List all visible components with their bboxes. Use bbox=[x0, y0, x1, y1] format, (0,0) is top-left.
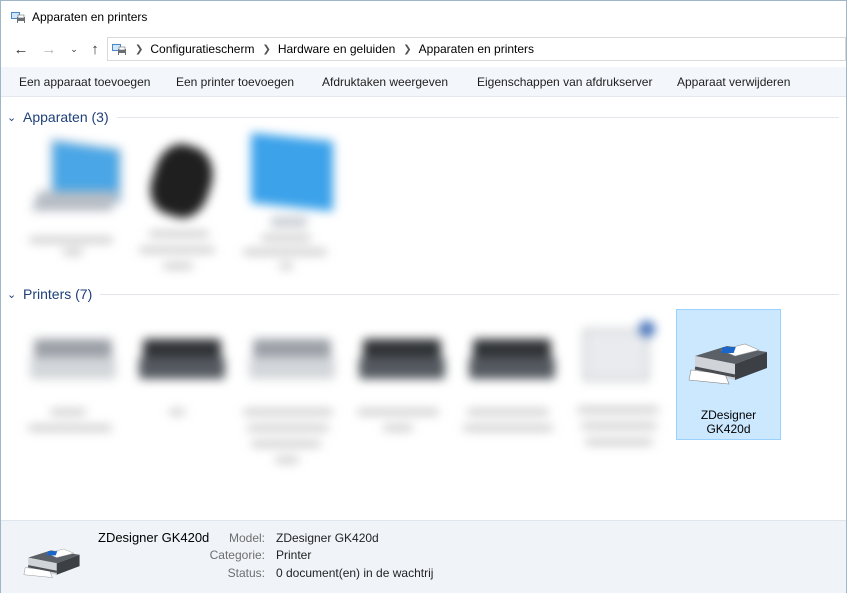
command-bar: Een apparaat toevoegen Een printer toevo… bbox=[1, 67, 846, 97]
device-label bbox=[139, 247, 215, 253]
view-print-jobs-button[interactable]: Afdruktaken weergeven bbox=[322, 75, 448, 89]
chevron-down-icon[interactable]: ⌄ bbox=[7, 288, 21, 301]
navigation-row: ← → ⌄ ↑ ❯ Configuratiescherm ❯ Hardware … bbox=[1, 37, 846, 61]
printer-label bbox=[50, 409, 86, 415]
device-label bbox=[29, 237, 113, 243]
printer-label bbox=[581, 423, 657, 429]
window-title: Apparaten en printers bbox=[32, 10, 148, 24]
printer-label bbox=[28, 425, 112, 431]
printer-body bbox=[249, 357, 335, 379]
device-label bbox=[261, 235, 311, 241]
printer-tile[interactable] bbox=[345, 317, 449, 447]
printer-body bbox=[359, 357, 445, 379]
printer-body bbox=[30, 357, 116, 379]
device-label bbox=[163, 263, 193, 269]
group-header-printers[interactable]: ⌄ Printers (7) bbox=[7, 284, 847, 304]
printer-label bbox=[357, 409, 439, 415]
monitor-icon bbox=[251, 132, 333, 212]
back-arrow-icon[interactable]: ← bbox=[11, 39, 31, 59]
printer-name-line2: GK420d bbox=[706, 422, 751, 436]
printer-label bbox=[585, 439, 653, 445]
printer-tile[interactable] bbox=[455, 317, 559, 447]
printer-body bbox=[469, 357, 555, 379]
printer-tile[interactable] bbox=[16, 317, 120, 447]
device-label bbox=[149, 231, 209, 237]
devices-and-printers-icon bbox=[11, 12, 25, 24]
print-server-properties-button[interactable]: Eigenschappen van afdrukserver bbox=[477, 75, 652, 89]
recent-locations-chevron-icon[interactable]: ⌄ bbox=[64, 39, 84, 59]
printer-icon bbox=[23, 548, 80, 578]
monitor-stand bbox=[271, 217, 307, 227]
chevron-down-icon[interactable]: ⌄ bbox=[7, 111, 21, 124]
printer-label bbox=[247, 425, 329, 431]
printer-label bbox=[577, 407, 659, 413]
group-divider bbox=[116, 116, 839, 118]
up-arrow-icon[interactable]: ↑ bbox=[85, 39, 105, 59]
group-divider bbox=[100, 293, 839, 295]
laptop-base bbox=[31, 191, 119, 211]
details-category-value: Printer bbox=[276, 548, 312, 562]
add-device-button[interactable]: Een apparaat toevoegen bbox=[19, 75, 150, 89]
printer-label bbox=[251, 441, 321, 447]
breadcrumb-hardware-en-geluiden[interactable]: Hardware en geluiden bbox=[278, 42, 395, 56]
title-bar: Apparaten en printers bbox=[1, 1, 846, 33]
device-label bbox=[279, 263, 293, 269]
printer-label bbox=[169, 409, 185, 415]
breadcrumb-separator-icon[interactable]: ❯ bbox=[262, 44, 270, 55]
printer-label bbox=[383, 425, 413, 431]
breadcrumb-separator-icon[interactable]: ❯ bbox=[135, 44, 143, 55]
add-printer-button[interactable]: Een printer toevoegen bbox=[176, 75, 294, 89]
device-label bbox=[243, 249, 327, 255]
printer-label bbox=[463, 425, 553, 431]
device-label bbox=[63, 249, 83, 255]
fax-icon bbox=[583, 329, 649, 381]
forward-arrow-icon[interactable]: → bbox=[39, 39, 59, 59]
breadcrumb-apparaten-en-printers[interactable]: Apparaten en printers bbox=[419, 42, 534, 56]
breadcrumb-separator-icon[interactable]: ❯ bbox=[403, 44, 411, 55]
device-tile-monitor[interactable] bbox=[231, 131, 335, 281]
details-status-label: Status: bbox=[227, 566, 265, 580]
group-label-devices: Apparaten (3) bbox=[23, 109, 109, 125]
fax-badge bbox=[639, 321, 655, 337]
group-header-devices[interactable]: ⌄ Apparaten (3) bbox=[7, 107, 847, 127]
printer-body bbox=[139, 357, 225, 379]
printer-tile[interactable] bbox=[235, 317, 339, 467]
group-label-printers: Printers (7) bbox=[23, 286, 93, 302]
device-tile-mouse[interactable] bbox=[123, 131, 227, 281]
mouse-icon bbox=[143, 137, 221, 225]
selected-printer-name: ZDesigner GK420d bbox=[677, 408, 780, 436]
printer-icon bbox=[688, 343, 767, 385]
details-pane: ZDesigner GK420d Model: ZDesigner GK420d… bbox=[1, 520, 846, 593]
printer-label bbox=[467, 409, 549, 415]
details-status-value: 0 document(en) in de wachtrij bbox=[276, 566, 434, 580]
remove-device-button[interactable]: Apparaat verwijderen bbox=[677, 75, 790, 89]
printer-tile[interactable] bbox=[125, 317, 229, 427]
printer-tile[interactable] bbox=[567, 317, 671, 457]
printer-name-line1: ZDesigner bbox=[700, 408, 757, 422]
devices-and-printers-icon bbox=[112, 44, 126, 56]
details-category-label: Categorie: bbox=[209, 548, 265, 562]
breadcrumb-configuratiescherm[interactable]: Configuratiescherm bbox=[150, 42, 254, 56]
printer-label bbox=[243, 409, 333, 415]
window: Apparaten en printers ← → ⌄ ↑ ❯ Configur… bbox=[0, 0, 847, 593]
details-model-value: ZDesigner GK420d bbox=[276, 531, 379, 545]
device-tile-laptop[interactable] bbox=[15, 131, 122, 271]
printer-tile-selected[interactable]: ZDesigner GK420d bbox=[676, 309, 781, 440]
printer-label bbox=[275, 457, 299, 463]
address-bar[interactable]: ❯ Configuratiescherm ❯ Hardware en gelui… bbox=[107, 37, 846, 61]
details-model-label: Model: bbox=[228, 531, 265, 545]
